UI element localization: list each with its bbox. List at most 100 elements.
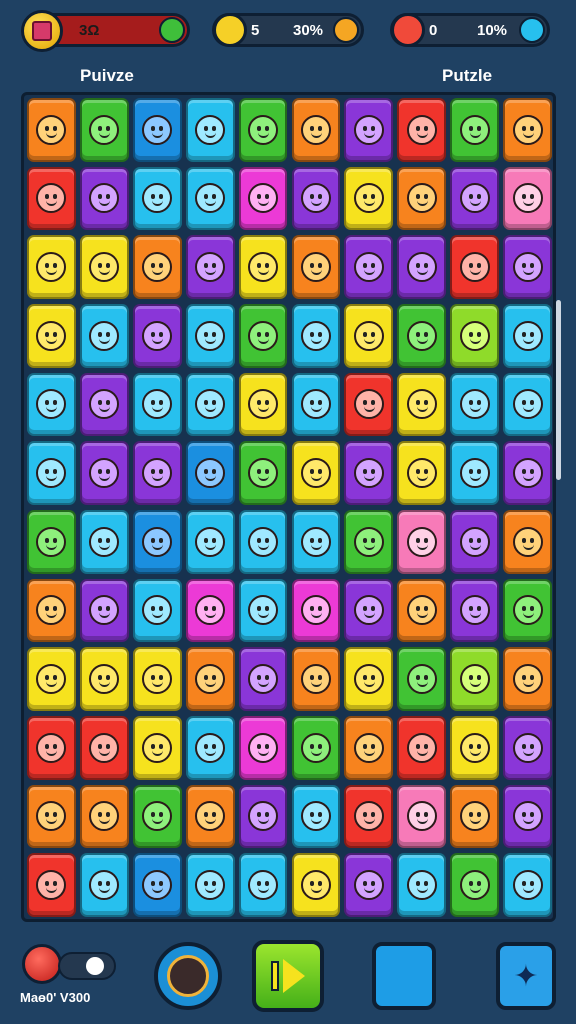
board-tile[interactable]	[397, 235, 447, 299]
board-tile[interactable]	[132, 853, 182, 917]
board-tile[interactable]	[185, 304, 235, 368]
board-tile[interactable]	[397, 853, 447, 917]
board-tile[interactable]	[450, 716, 500, 780]
board-tile[interactable]	[238, 304, 288, 368]
board-tile[interactable]	[291, 510, 341, 574]
board-tile[interactable]	[344, 853, 394, 917]
board-tile[interactable]	[238, 716, 288, 780]
blank-button[interactable]	[372, 942, 436, 1010]
board-tile[interactable]	[344, 784, 394, 849]
board-tile[interactable]	[450, 235, 500, 299]
board-tile[interactable]	[344, 98, 394, 162]
board-tile[interactable]	[27, 853, 76, 917]
board-tile[interactable]	[185, 578, 235, 643]
scrollbar[interactable]	[556, 300, 561, 480]
apple-icon[interactable]	[22, 944, 62, 984]
board-tile[interactable]	[132, 98, 182, 162]
booster-button[interactable]	[154, 942, 222, 1010]
board-tile[interactable]	[132, 304, 182, 368]
board-tile[interactable]	[132, 647, 182, 711]
board-tile[interactable]	[132, 441, 182, 505]
board-tile[interactable]	[238, 510, 288, 574]
board-tile[interactable]	[79, 304, 129, 368]
board-tile[interactable]	[132, 372, 182, 437]
board-tile[interactable]	[79, 98, 129, 162]
board-tile[interactable]	[27, 235, 76, 299]
board-tile[interactable]	[185, 716, 235, 780]
board-tile[interactable]	[79, 647, 129, 711]
board-tile[interactable]	[132, 510, 182, 574]
board-tile[interactable]	[79, 784, 129, 849]
board-tile[interactable]	[344, 235, 394, 299]
board-tile[interactable]	[185, 853, 235, 917]
board-tile[interactable]	[397, 98, 447, 162]
board-tile[interactable]	[291, 716, 341, 780]
board-tile[interactable]	[238, 853, 288, 917]
board-tile[interactable]	[450, 166, 500, 231]
board-tile[interactable]	[185, 235, 235, 299]
board-tile[interactable]	[291, 784, 341, 849]
board-tile[interactable]	[185, 98, 235, 162]
board-tile[interactable]	[450, 372, 500, 437]
board-tile[interactable]	[344, 304, 394, 368]
board-tile[interactable]	[344, 441, 394, 505]
board-tile[interactable]	[79, 372, 129, 437]
board-tile[interactable]	[238, 441, 288, 505]
board-tile[interactable]	[291, 578, 341, 643]
board-tile[interactable]	[503, 372, 552, 437]
star-button[interactable]: ✦	[496, 942, 556, 1010]
board-tile[interactable]	[27, 510, 76, 574]
sound-toggle[interactable]	[58, 952, 116, 980]
board-tile[interactable]	[238, 98, 288, 162]
board-tile[interactable]	[503, 853, 552, 917]
moves-pill[interactable]: 5 30%	[212, 13, 364, 47]
board-tile[interactable]	[503, 578, 552, 643]
board-tile[interactable]	[291, 304, 341, 368]
board-tile[interactable]	[27, 98, 76, 162]
board-tile[interactable]	[503, 166, 552, 231]
board-tile[interactable]	[27, 166, 76, 231]
board-tile[interactable]	[503, 784, 552, 849]
board-tile[interactable]	[79, 166, 129, 231]
play-button[interactable]	[252, 940, 324, 1012]
board-tile[interactable]	[238, 235, 288, 299]
board-tile[interactable]	[503, 304, 552, 368]
board-tile[interactable]	[185, 166, 235, 231]
board-tile[interactable]	[291, 853, 341, 917]
board-tile[interactable]	[291, 166, 341, 231]
board-tile[interactable]	[132, 578, 182, 643]
board-tile[interactable]	[503, 510, 552, 574]
board-tile[interactable]	[397, 578, 447, 643]
board-tile[interactable]	[344, 716, 394, 780]
board-tile[interactable]	[238, 578, 288, 643]
board-tile[interactable]	[450, 578, 500, 643]
board-tile[interactable]	[79, 578, 129, 643]
board-tile[interactable]	[291, 441, 341, 505]
board-tile[interactable]	[450, 510, 500, 574]
board-tile[interactable]	[503, 235, 552, 299]
board-tile[interactable]	[238, 372, 288, 437]
board-tile[interactable]	[503, 98, 552, 162]
board-tile[interactable]	[185, 372, 235, 437]
lives-pill[interactable]: 0 10%	[390, 13, 550, 47]
board-tile[interactable]	[27, 441, 76, 505]
board-tile[interactable]	[344, 647, 394, 711]
board-tile[interactable]	[503, 441, 552, 505]
board-tile[interactable]	[397, 647, 447, 711]
board-tile[interactable]	[185, 510, 235, 574]
board-tile[interactable]	[238, 784, 288, 849]
board-tile[interactable]	[450, 441, 500, 505]
board-tile[interactable]	[291, 98, 341, 162]
board-tile[interactable]	[79, 235, 129, 299]
board-tile[interactable]	[185, 647, 235, 711]
board-tile[interactable]	[238, 647, 288, 711]
board-tile[interactable]	[79, 510, 129, 574]
board-tile[interactable]	[397, 166, 447, 231]
board-tile[interactable]	[344, 166, 394, 231]
board-tile[interactable]	[185, 784, 235, 849]
board-tile[interactable]	[291, 372, 341, 437]
board-tile[interactable]	[291, 647, 341, 711]
board-tile[interactable]	[132, 166, 182, 231]
info-icon[interactable]	[519, 17, 545, 43]
board-tile[interactable]	[344, 510, 394, 574]
